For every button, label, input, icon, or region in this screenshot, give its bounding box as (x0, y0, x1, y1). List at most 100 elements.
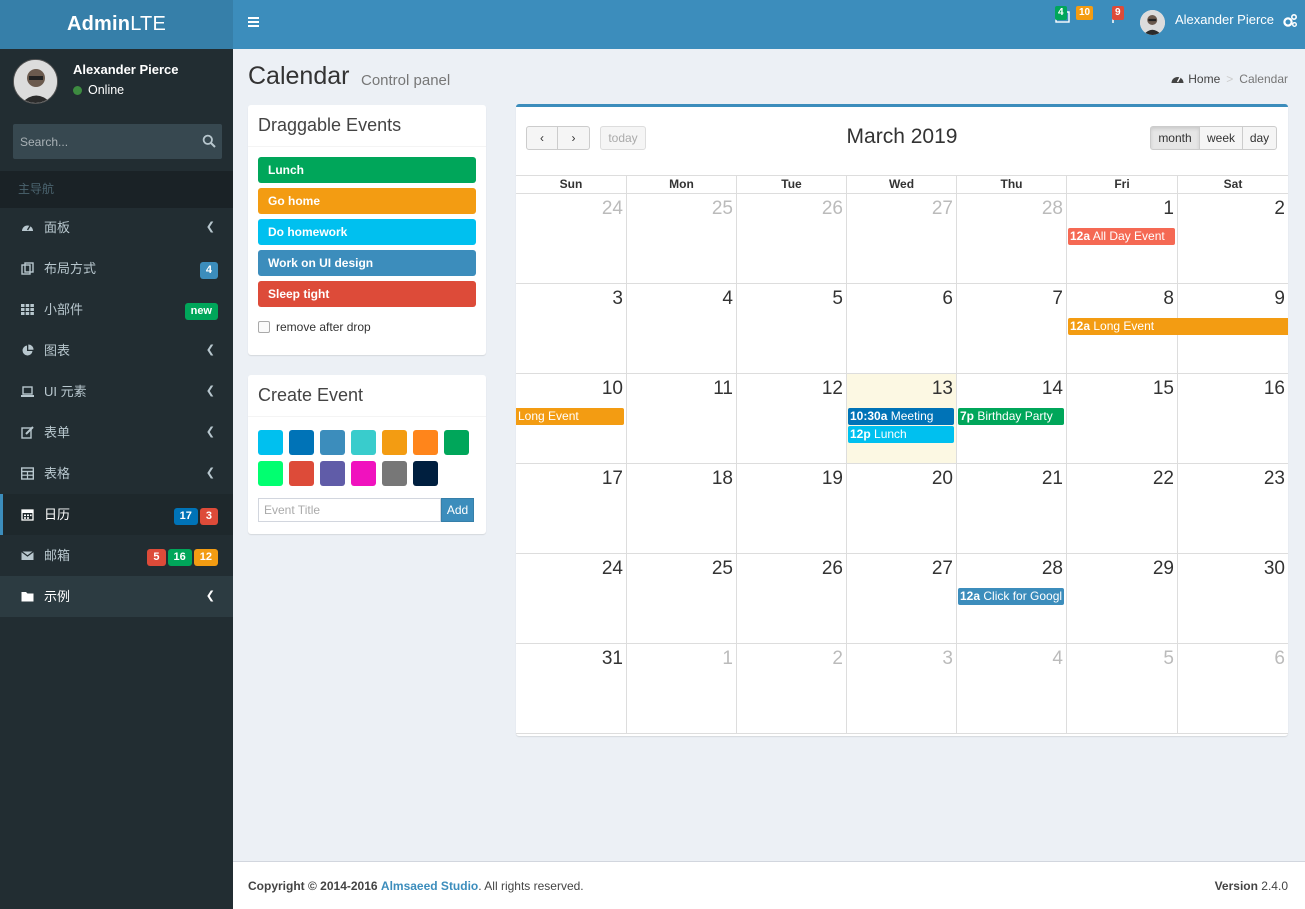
draggable-event-work-on-ui[interactable]: Work on UI design (258, 250, 476, 276)
calendar-event-lunch[interactable]: 12p Lunch (848, 426, 954, 443)
color-swatch[interactable] (289, 461, 314, 486)
sidebar-item-dashboard[interactable]: 面板 ❮ (0, 207, 233, 248)
day-number: 27 (931, 558, 953, 579)
calendar-day-cell[interactable]: 17 (516, 464, 626, 554)
avatar[interactable] (1140, 10, 1165, 35)
studio-link[interactable]: Almsaeed Studio (381, 879, 478, 893)
calendar-event-meeting[interactable]: 10:30a Meeting (848, 408, 954, 425)
calendar-day-cell[interactable]: 6 (1177, 644, 1288, 734)
calendar-day-cell[interactable]: 19 (736, 464, 846, 554)
day-number: 23 (1263, 468, 1285, 489)
sidebar-item-layout[interactable]: 布局方式 4 (0, 248, 233, 289)
calendar-event-birthday[interactable]: 7p Birthday Party (958, 408, 1064, 425)
remove-after-drop-checkbox[interactable] (258, 321, 270, 333)
calendar-day-cell[interactable]: 6 (846, 284, 956, 374)
color-swatch[interactable] (444, 430, 469, 455)
month-view-button[interactable]: month (1150, 126, 1200, 150)
day-number: 27 (931, 198, 953, 219)
calendar-day-cell[interactable]: 28 (956, 194, 1066, 284)
user-status[interactable]: Online (73, 83, 124, 97)
calendar-day-cell[interactable]: 26 (736, 554, 846, 644)
event-title-input[interactable] (258, 498, 441, 522)
calendar-day-cell[interactable]: 16 (1177, 374, 1288, 464)
calendar-day-cell[interactable]: 25 (626, 194, 736, 284)
user-avatar-icon (14, 60, 57, 103)
calendar-day-cell[interactable]: 3 (516, 284, 626, 374)
search-icon[interactable] (202, 134, 216, 148)
draggable-event-lunch[interactable]: Lunch (258, 157, 476, 183)
chevron-left-icon: ❮ (205, 221, 215, 233)
draggable-event-do-homework[interactable]: Do homework (258, 219, 476, 245)
calendar-day-cell[interactable]: 20 (846, 464, 956, 554)
color-swatch[interactable] (413, 430, 438, 455)
calendar-event-all-day[interactable]: 12a All Day Event (1068, 228, 1175, 245)
sidebar-item-examples[interactable]: 示例 ❮ (0, 576, 233, 617)
calendar-day-cell[interactable]: 26 (736, 194, 846, 284)
calendar-day-cell[interactable]: 3 (846, 644, 956, 734)
calendar-event-long-event[interactable]: 12a Long Event (1068, 318, 1288, 335)
calendar-event-long-event[interactable]: Long Event (516, 408, 624, 425)
add-event-button[interactable]: Add (441, 498, 474, 522)
sidebar-item-calendar[interactable]: 日历 17 3 (0, 494, 233, 535)
calendar-day-cell[interactable]: 27 (846, 194, 956, 284)
calendar-event-google[interactable]: 12a Click for Googl (958, 588, 1064, 605)
breadcrumb-home[interactable]: Home (1188, 72, 1220, 86)
day-number: 5 (1163, 648, 1174, 669)
day-number: 3 (612, 288, 623, 309)
calendar-day-cell[interactable]: 18 (626, 464, 736, 554)
calendar-day-cell[interactable]: 2 (736, 644, 846, 734)
color-swatch[interactable] (382, 461, 407, 486)
calendar-day-cell[interactable]: 25 (626, 554, 736, 644)
color-swatch[interactable] (351, 430, 376, 455)
calendar-day-cell[interactable]: 4 (626, 284, 736, 374)
color-swatch[interactable] (320, 461, 345, 486)
chevron-left-icon: ❮ (205, 426, 215, 438)
sidebar-item-tables[interactable]: 表格 ❮ (0, 453, 233, 494)
calendar-day-cell[interactable]: 5 (736, 284, 846, 374)
color-swatch[interactable] (351, 461, 376, 486)
calendar-day-cell[interactable]: 29 (1066, 554, 1177, 644)
calendar-day-cell[interactable]: 22 (1066, 464, 1177, 554)
color-swatch[interactable] (320, 430, 345, 455)
day-view-button[interactable]: day (1242, 126, 1277, 150)
color-swatch[interactable] (382, 430, 407, 455)
calendar-day-cell[interactable]: 7 (956, 284, 1066, 374)
calendar-day-cell[interactable]: 24 (516, 554, 626, 644)
calendar-day-cell[interactable]: 2 (1177, 194, 1288, 284)
calendar-day-cell[interactable]: 5 (1066, 644, 1177, 734)
sidebar-item-widgets[interactable]: 小部件 new (0, 289, 233, 330)
calendar-day-cell[interactable]: 31 (516, 644, 626, 734)
sidebar-item-ui-elements[interactable]: UI 元素 ❮ (0, 371, 233, 412)
calendar-day-cell[interactable]: 1 (626, 644, 736, 734)
calendar-day-cell[interactable]: 12 (736, 374, 846, 464)
calendar-day-cell[interactable]: 15 (1066, 374, 1177, 464)
color-swatch[interactable] (413, 461, 438, 486)
gears-icon[interactable] (1283, 13, 1298, 28)
logo[interactable]: AdminLTE (0, 0, 233, 49)
color-swatch[interactable] (258, 461, 283, 486)
dashboard-icon (22, 225, 33, 231)
week-view-button[interactable]: week (1199, 126, 1243, 150)
calendar-day-cell[interactable]: 21 (956, 464, 1066, 554)
color-swatch[interactable] (258, 430, 283, 455)
user-name: Alexander Pierce (73, 62, 179, 77)
calendar-day-cell[interactable]: 4 (956, 644, 1066, 734)
sidebar-item-charts[interactable]: 图表 ❮ (0, 330, 233, 371)
calendar-day-cell[interactable]: 27 (846, 554, 956, 644)
remove-after-drop[interactable]: remove after drop (258, 320, 371, 334)
draggable-event-sleep-tight[interactable]: Sleep tight (258, 281, 476, 307)
sidebar-item-mailbox[interactable]: 邮箱 5 16 12 (0, 535, 233, 576)
draggable-event-go-home[interactable]: Go home (258, 188, 476, 214)
top-user-name[interactable]: Alexander Pierce (1175, 12, 1274, 27)
calendar-day-cell[interactable]: 11 (626, 374, 736, 464)
table-icon (21, 467, 34, 480)
calendar-day-cell[interactable]: 30 (1177, 554, 1288, 644)
search-input[interactable] (13, 124, 193, 159)
nav-header: 主导航 (0, 171, 233, 208)
calendar-day-cell[interactable]: 23 (1177, 464, 1288, 554)
sidebar-item-forms[interactable]: 表单 ❮ (0, 412, 233, 453)
dashboard-icon (1171, 77, 1184, 83)
sidebar-toggle-icon[interactable] (248, 16, 260, 28)
calendar-day-cell[interactable]: 24 (516, 194, 626, 284)
color-swatch[interactable] (289, 430, 314, 455)
